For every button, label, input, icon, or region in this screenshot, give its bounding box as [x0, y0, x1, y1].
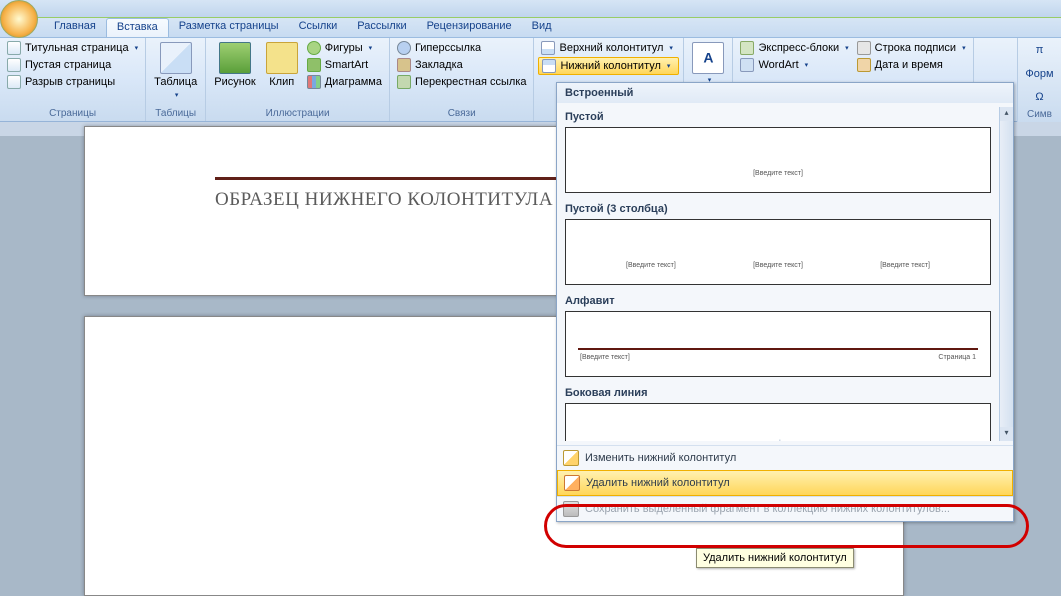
- group-title: Иллюстрации: [210, 107, 385, 121]
- page-heading: ОБРАЗЕЦ НИЖНЕГО КОЛОНТИТУЛА: [215, 189, 553, 211]
- placeholder: [Введите текст]: [626, 262, 676, 269]
- group-pages: Титульная страница▾ Пустая страница Разр…: [0, 38, 146, 121]
- group-illustrations: Рисунок Клип Фигуры▾ SmartArt Диаграмма …: [206, 38, 390, 121]
- equation-button[interactable]: π: [1018, 38, 1061, 62]
- gallery-item-label: Пустой (3 столбца): [557, 199, 999, 217]
- footer-icon: [542, 59, 556, 73]
- crossref-button[interactable]: Перекрестная ссылка: [394, 74, 530, 90]
- decorative-rule: [578, 348, 978, 350]
- datetime-button[interactable]: Дата и время: [854, 57, 969, 73]
- page-icon: [7, 58, 21, 72]
- placeholder-cursor: ı |: [775, 440, 781, 441]
- edit-footer-option[interactable]: Изменить нижний колонтитул: [557, 445, 1013, 470]
- save-footer-option: Сохранить выделенный фрагмент в коллекци…: [557, 496, 1013, 521]
- table-icon: [160, 42, 192, 74]
- tab-review[interactable]: Рецензирование: [417, 18, 522, 37]
- bookmark-button[interactable]: Закладка: [394, 57, 530, 73]
- quickparts-button[interactable]: Экспресс-блоки▾: [737, 40, 851, 56]
- group-tables: Таблица▾ Таблицы: [146, 38, 206, 121]
- placeholder: [Введите текст]: [753, 262, 803, 269]
- edit-icon: [563, 450, 579, 466]
- clip-icon: [266, 42, 298, 74]
- picture-icon: [219, 42, 251, 74]
- gallery-item-label: Алфавит: [557, 291, 999, 309]
- link-icon: [397, 41, 411, 55]
- wordart-icon: [740, 58, 754, 72]
- scroll-down-icon[interactable]: ▾: [1000, 427, 1013, 441]
- footer-gallery-dropdown: Встроенный Пустой [Введите текст] Пустой…: [556, 82, 1014, 522]
- tab-home[interactable]: Главная: [44, 18, 106, 37]
- smartart-icon: [307, 58, 321, 72]
- tab-insert[interactable]: Вставка: [106, 18, 169, 37]
- tooltip: Удалить нижний колонтитул: [696, 548, 854, 568]
- cover-page-button[interactable]: Титульная страница▾: [4, 40, 141, 56]
- tab-layout[interactable]: Разметка страницы: [169, 18, 289, 37]
- signature-icon: [857, 41, 871, 55]
- shapes-icon: [307, 41, 321, 55]
- header-icon: [541, 41, 555, 55]
- page-icon: [7, 75, 21, 89]
- table-button[interactable]: Таблица▾: [150, 40, 201, 102]
- chart-button[interactable]: Диаграмма: [304, 74, 385, 90]
- tab-view[interactable]: Вид: [522, 18, 562, 37]
- gallery-options: Изменить нижний колонтитул Удалить нижни…: [557, 445, 1013, 521]
- group-title: Симв: [1018, 109, 1061, 122]
- equation-label: Форм: [1018, 62, 1061, 86]
- smartart-button[interactable]: SmartArt: [304, 57, 385, 73]
- shapes-button[interactable]: Фигуры▾: [304, 40, 385, 56]
- gallery-scroll: Пустой [Введите текст] Пустой (3 столбца…: [557, 107, 999, 441]
- page-icon: [7, 41, 21, 55]
- wordart-button[interactable]: WordArt▾: [737, 57, 851, 73]
- group-title: Связи: [394, 107, 530, 121]
- save-icon: [563, 501, 579, 517]
- header-button[interactable]: Верхний колонтитул▾: [538, 40, 679, 56]
- blank-page-button[interactable]: Пустая страница: [4, 57, 141, 73]
- gallery-item-label: Пустой: [557, 107, 999, 125]
- gallery-section-header: Встроенный: [557, 83, 1013, 103]
- crossref-icon: [397, 75, 411, 89]
- textbox-button[interactable]: ▾: [688, 40, 728, 86]
- group-title: Страницы: [4, 107, 141, 121]
- title-bar: [0, 0, 1061, 18]
- chart-icon: [307, 75, 321, 89]
- placeholder: [Введите текст]: [580, 354, 630, 361]
- ribbon-tabs: Главная Вставка Разметка страницы Ссылки…: [0, 18, 1061, 38]
- gallery-item-label: Боковая линия: [557, 383, 999, 401]
- hyperlink-button[interactable]: Гиперссылка: [394, 40, 530, 56]
- delete-icon: [564, 475, 580, 491]
- date-icon: [857, 58, 871, 72]
- textbox-icon: [692, 42, 724, 74]
- gallery-scrollbar[interactable]: ▴ ▾: [999, 107, 1013, 441]
- page-number: Страница 1: [938, 354, 976, 361]
- remove-footer-option[interactable]: Удалить нижний колонтитул: [557, 470, 1013, 496]
- placeholder: [Введите текст]: [753, 170, 803, 177]
- gallery-item-sideline[interactable]: ı |: [565, 403, 991, 441]
- picture-button[interactable]: Рисунок: [210, 40, 260, 90]
- placeholder: [Введите текст]: [880, 262, 930, 269]
- footer-button[interactable]: Нижний колонтитул▾: [538, 57, 679, 75]
- group-title: Таблицы: [150, 107, 201, 121]
- group-links: Гиперссылка Закладка Перекрестная ссылка…: [390, 38, 535, 121]
- gallery-item-blank3[interactable]: [Введите текст] [Введите текст] [Введите…: [565, 219, 991, 285]
- office-button[interactable]: [0, 0, 38, 38]
- gallery-item-alphabet[interactable]: [Введите текст] Страница 1: [565, 311, 991, 377]
- clip-button[interactable]: Клип: [262, 40, 302, 90]
- symbol-button[interactable]: Ω: [1018, 85, 1061, 109]
- tab-refs[interactable]: Ссылки: [289, 18, 348, 37]
- gallery-item-blank[interactable]: [Введите текст]: [565, 127, 991, 193]
- scroll-up-icon[interactable]: ▴: [1000, 107, 1013, 121]
- parts-icon: [740, 41, 754, 55]
- bookmark-icon: [397, 58, 411, 72]
- signature-button[interactable]: Строка подписи▾: [854, 40, 969, 56]
- page-break-button[interactable]: Разрыв страницы: [4, 74, 141, 90]
- tab-mail[interactable]: Рассылки: [347, 18, 416, 37]
- group-symbols-edge: π Форм Ω Симв: [1017, 38, 1061, 122]
